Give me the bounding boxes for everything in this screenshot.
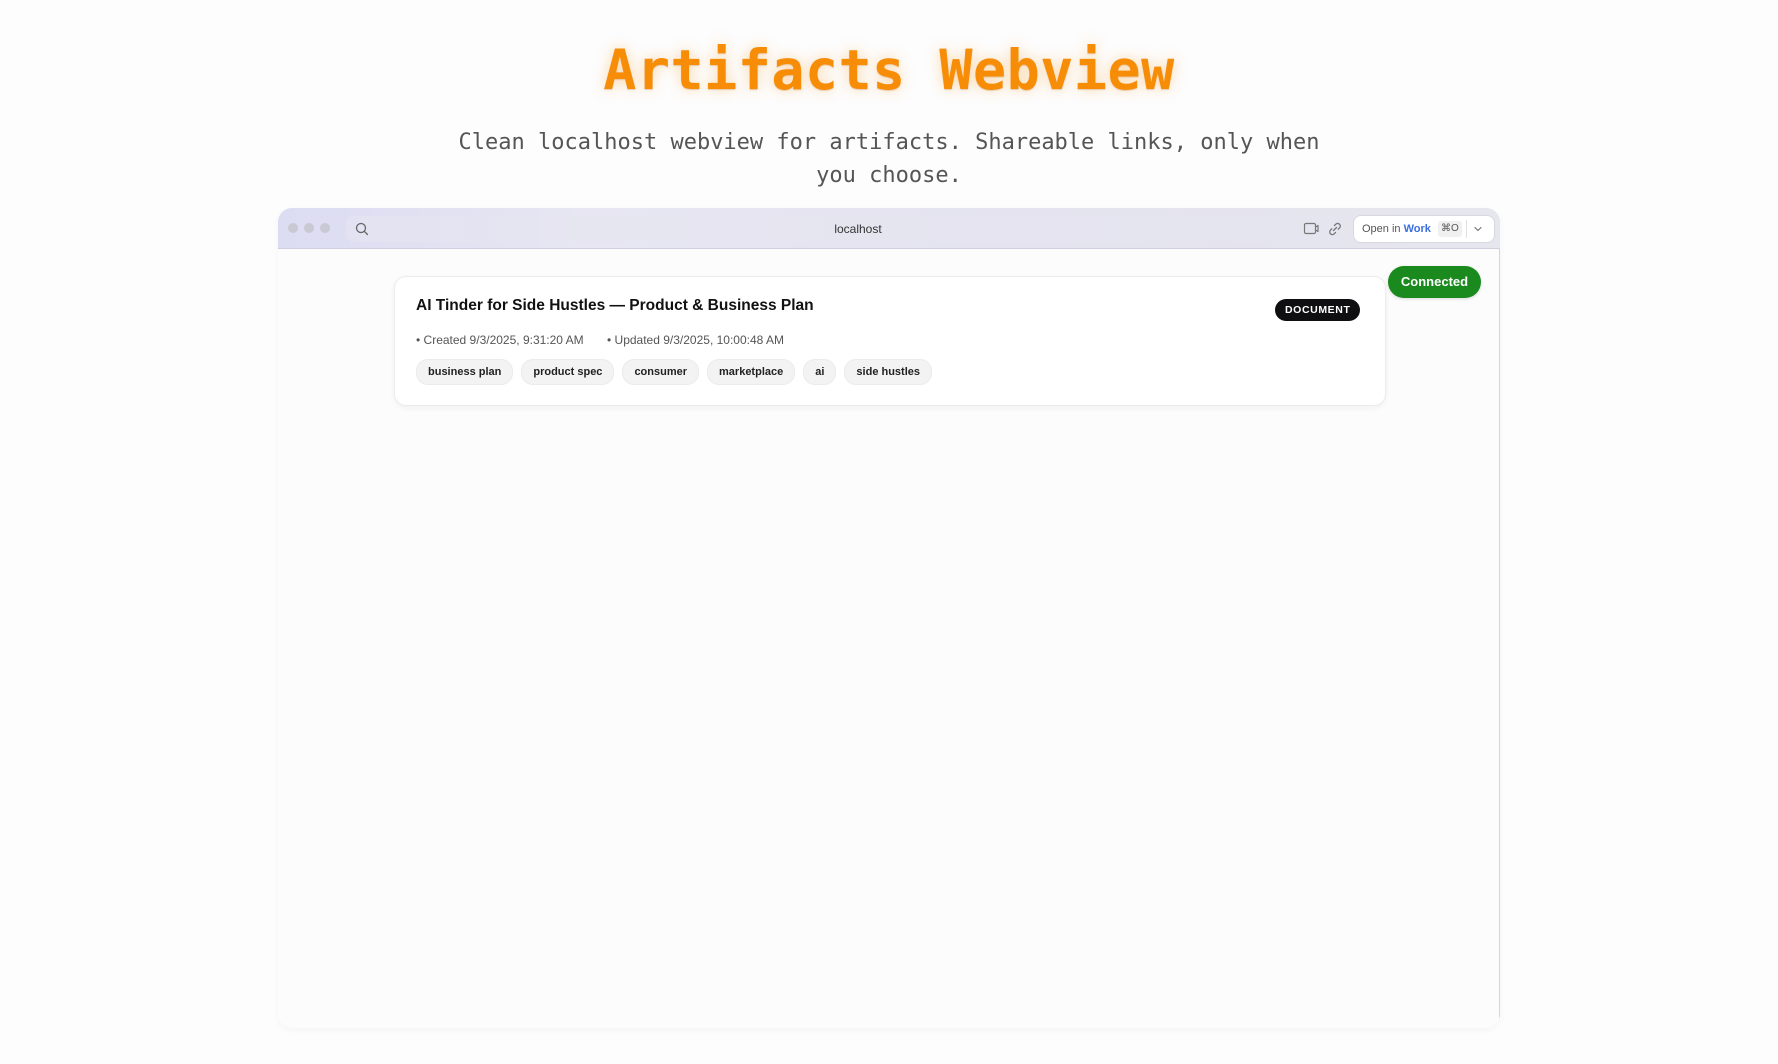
window-zoom-button[interactable]	[320, 223, 330, 233]
tag-chip[interactable]: business plan	[416, 359, 514, 385]
open-in-divider	[1466, 220, 1467, 238]
window-minimize-button[interactable]	[304, 223, 314, 233]
hero-subtitle: Clean localhost webview for artifacts. S…	[458, 130, 1320, 188]
tag-chip[interactable]: ai	[803, 359, 837, 385]
connected-status-badge: Connected	[1388, 266, 1481, 298]
open-in-prefix: Open in	[1362, 223, 1404, 235]
tag-chip[interactable]: consumer	[622, 359, 700, 385]
tag-chip[interactable]: side hustles	[844, 359, 932, 385]
open-in-label: Open in Work	[1362, 216, 1431, 242]
cast-icon[interactable]	[1302, 220, 1320, 238]
artifact-title[interactable]: AI Tinder for Side Hustles — Product & B…	[416, 297, 814, 315]
browser-window: localhost Open in Work ⌘O Connected AI T…	[278, 208, 1500, 1028]
open-in-app-name: Work	[1403, 223, 1431, 235]
link-icon[interactable]	[1326, 220, 1344, 238]
window-edge	[1499, 248, 1500, 1018]
tag-chip[interactable]: marketplace	[707, 359, 796, 385]
created-timestamp: • Created 9/3/2025, 9:31:20 AM	[416, 333, 584, 347]
chevron-down-icon[interactable]	[1472, 223, 1484, 235]
address-text[interactable]: localhost	[778, 216, 938, 242]
open-in-shortcut: ⌘O	[1438, 221, 1462, 237]
tag-list: business plan product spec consumer mark…	[416, 359, 932, 385]
window-close-button[interactable]	[288, 223, 298, 233]
hero-title: Artifacts Webview	[603, 38, 1175, 102]
search-icon	[355, 222, 369, 236]
updated-timestamp: • Updated 9/3/2025, 10:00:48 AM	[607, 333, 784, 347]
open-in-button[interactable]: Open in Work ⌘O	[1354, 216, 1494, 242]
artifact-type-badge: DOCUMENT	[1275, 299, 1361, 321]
browser-toolbar: localhost Open in Work ⌘O	[278, 208, 1500, 249]
artifact-card[interactable]: AI Tinder for Side Hustles — Product & B…	[394, 276, 1386, 406]
tag-chip[interactable]: product spec	[521, 359, 615, 385]
artifact-meta: • Created 9/3/2025, 9:31:20 AM • Updated…	[416, 333, 804, 347]
